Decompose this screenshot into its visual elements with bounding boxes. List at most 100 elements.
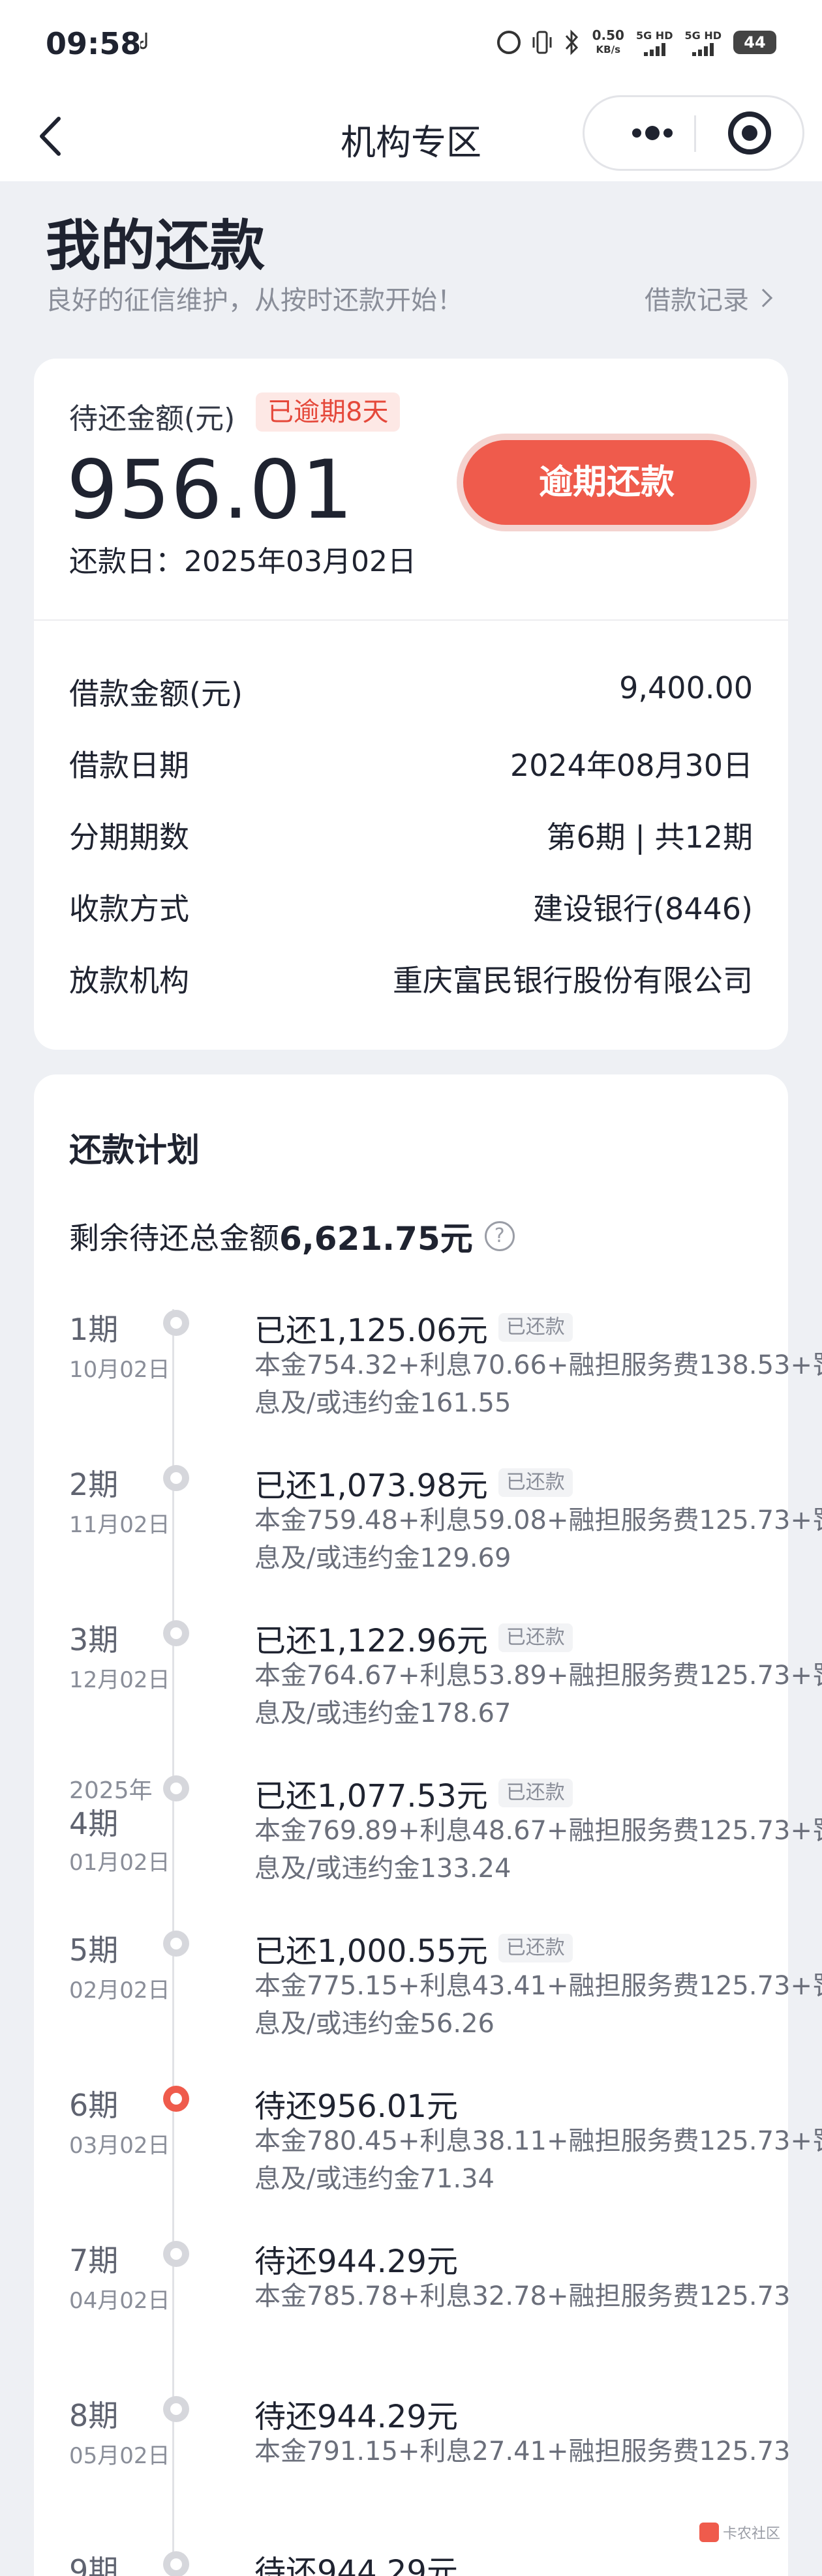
- period-detail: 本金754.32+利息70.66+融担服务费138.53+罚息及/或违约金161…: [254, 1350, 822, 1418]
- period-name: 1期: [69, 1312, 119, 1347]
- overdue-pay-label: 逾期还款: [463, 440, 750, 525]
- period-status-text: 已还1,073.98元: [254, 1468, 488, 1504]
- notification-icon: [140, 33, 147, 50]
- close-miniapp-icon[interactable]: [728, 111, 771, 155]
- timeline-node: [163, 1775, 189, 1801]
- info-row-loan-amount: 借款金额(元) 9,400.00: [69, 670, 753, 711]
- paid-tag: 已还款: [498, 1623, 573, 1652]
- signal-icon: 5G HD: [636, 29, 673, 56]
- status-icons: 0.50 KB/s 5G HD 5G HD 44: [496, 26, 776, 59]
- period-detail: 本金791.15+利息27.41+融担服务费125.73: [254, 2436, 791, 2466]
- period-status: 待还944.29元: [254, 2546, 458, 2576]
- period-detail: 本金775.15+利息43.41+融担服务费125.73+罚息及/或违约金56.…: [254, 1971, 822, 2039]
- period-name: 4期: [69, 1806, 119, 1841]
- info-key: 收款方式: [69, 891, 189, 926]
- capsule-divider: [694, 115, 696, 152]
- timeline-node: [163, 1931, 189, 1957]
- period-status-text: 已还1,125.06元: [254, 1312, 488, 1349]
- period-status: 已还1,077.53元 已还款: [254, 1770, 573, 1816]
- help-icon[interactable]: ?: [484, 1221, 515, 1251]
- due-amount-label: 待还金额(元): [69, 402, 236, 436]
- remaining-total: 剩余待还总金额 6,621.75元 ?: [69, 1213, 515, 1260]
- bluetooth-icon: [565, 29, 578, 55]
- period-detail: 本金759.48+利息59.08+融担服务费125.73+罚息及/或违约金129…: [254, 1505, 822, 1573]
- repayment-summary-card: 待还金额(元) 已逾期8天 956.01 还款日：2025年03月02日 逾期还…: [34, 359, 788, 1050]
- network-speed: 0.50 KB/s: [592, 28, 624, 57]
- period-status: 已还1,122.96元 已还款: [254, 1615, 573, 1661]
- period-name: 9期: [69, 2553, 119, 2576]
- signal-icon-2: 5G HD: [684, 29, 722, 56]
- period-detail: 本金780.45+利息38.11+融担服务费125.73+罚息及/或违约金71.…: [254, 2126, 822, 2194]
- vibrate-icon: [532, 31, 552, 54]
- status-time: 09:58: [46, 26, 142, 61]
- timeline-node-current: [163, 2086, 189, 2112]
- plan-title: 还款计划: [69, 1131, 200, 1169]
- status-bar: 09:58 0.50 KB/s 5G HD 5G HD 44: [0, 0, 822, 91]
- info-value: 重庆富民银行股份有限公司: [393, 963, 753, 998]
- period-date: 04月02日: [69, 2288, 170, 2314]
- sim2-label: 5G HD: [684, 29, 722, 42]
- loan-record-label: 借款记录: [645, 286, 749, 316]
- info-value: 第6期 | 共12期: [546, 820, 753, 855]
- period-name: 2期: [69, 1467, 119, 1502]
- watermark-text: 卡农社区: [723, 2526, 781, 2542]
- paid-tag: 已还款: [498, 1779, 573, 1807]
- overdue-pay-button[interactable]: 逾期还款: [457, 434, 757, 531]
- page-subtitle: 良好的征信维护，从按时还款开始！: [46, 286, 463, 316]
- period-date: 11月02日: [69, 1512, 170, 1538]
- page-title: 我的还款: [46, 214, 266, 278]
- period-status: 已还1,125.06元 已还款: [254, 1305, 573, 1350]
- period-status: 待还944.29元: [254, 2236, 458, 2281]
- period-date: 10月02日: [69, 1357, 170, 1383]
- battery-icon: 44: [733, 31, 776, 54]
- timeline-node: [163, 1310, 189, 1336]
- period-status: 已还1,073.98元 已还款: [254, 1460, 573, 1505]
- period-status-text: 待还944.29元: [254, 2399, 458, 2435]
- chevron-right-icon: [754, 288, 773, 308]
- period-date: 05月02日: [69, 2443, 170, 2469]
- network-speed-unit: KB/s: [596, 44, 621, 55]
- period-detail: 本金785.78+利息32.78+融担服务费125.73: [254, 2281, 791, 2311]
- period-status: 已还1,000.55元 已还款: [254, 1925, 573, 1971]
- period-status-text: 待还956.01元: [254, 2088, 458, 2125]
- info-row-lender: 放款机构 重庆富民银行股份有限公司: [69, 957, 753, 998]
- period-status-text: 已还1,000.55元: [254, 1933, 488, 1970]
- info-value: 9,400.00: [619, 670, 753, 705]
- remaining-amount: 6,621.75元: [279, 1220, 473, 1258]
- period-date: 12月02日: [69, 1667, 170, 1693]
- info-row-installments: 分期期数 第6期 | 共12期: [69, 814, 753, 855]
- timeline-node: [163, 1620, 189, 1646]
- loan-record-link[interactable]: 借款记录: [645, 279, 773, 317]
- period-name: 7期: [69, 2243, 119, 2278]
- period-detail: 本金764.67+利息53.89+融担服务费125.73+罚息及/或违约金178…: [254, 1661, 822, 1728]
- period-status-text: 已还1,122.96元: [254, 1623, 488, 1659]
- period-name: 6期: [69, 2088, 119, 2123]
- alarm-icon: [496, 31, 521, 54]
- period-name: 3期: [69, 1622, 119, 1657]
- period-name: 5期: [69, 1932, 119, 1968]
- period-detail: 本金769.89+利息48.67+融担服务费125.73+罚息及/或违约金133…: [254, 1816, 822, 1884]
- watermark: 卡农社区: [699, 2522, 780, 2543]
- sim1-label: 5G HD: [635, 29, 673, 42]
- info-key: 借款日期: [69, 748, 189, 783]
- due-date: 还款日：2025年03月02日: [69, 545, 416, 578]
- info-value: 2024年08月30日: [510, 748, 753, 783]
- period-date: 02月02日: [69, 1977, 170, 2004]
- timeline-node: [163, 1465, 189, 1491]
- due-amount: 956.01: [67, 443, 354, 537]
- overdue-badge: 已逾期8天: [256, 392, 401, 432]
- info-key: 借款金额(元): [69, 676, 243, 711]
- period-date: 01月02日: [69, 1850, 170, 1876]
- paid-tag: 已还款: [498, 1313, 573, 1342]
- period-status-text: 待还944.29元: [254, 2554, 458, 2576]
- period-status-text: 已还1,077.53元: [254, 1778, 488, 1814]
- paid-tag: 已还款: [498, 1468, 573, 1497]
- divider: [34, 619, 788, 621]
- timeline-node: [163, 2241, 189, 2267]
- paid-tag: 已还款: [498, 1934, 573, 1962]
- watermark-logo-icon: [699, 2523, 719, 2542]
- timeline-node: [163, 2396, 189, 2422]
- network-speed-value: 0.50: [592, 27, 624, 43]
- more-icon[interactable]: [611, 97, 689, 169]
- info-value: 建设银行(8446): [533, 891, 753, 926]
